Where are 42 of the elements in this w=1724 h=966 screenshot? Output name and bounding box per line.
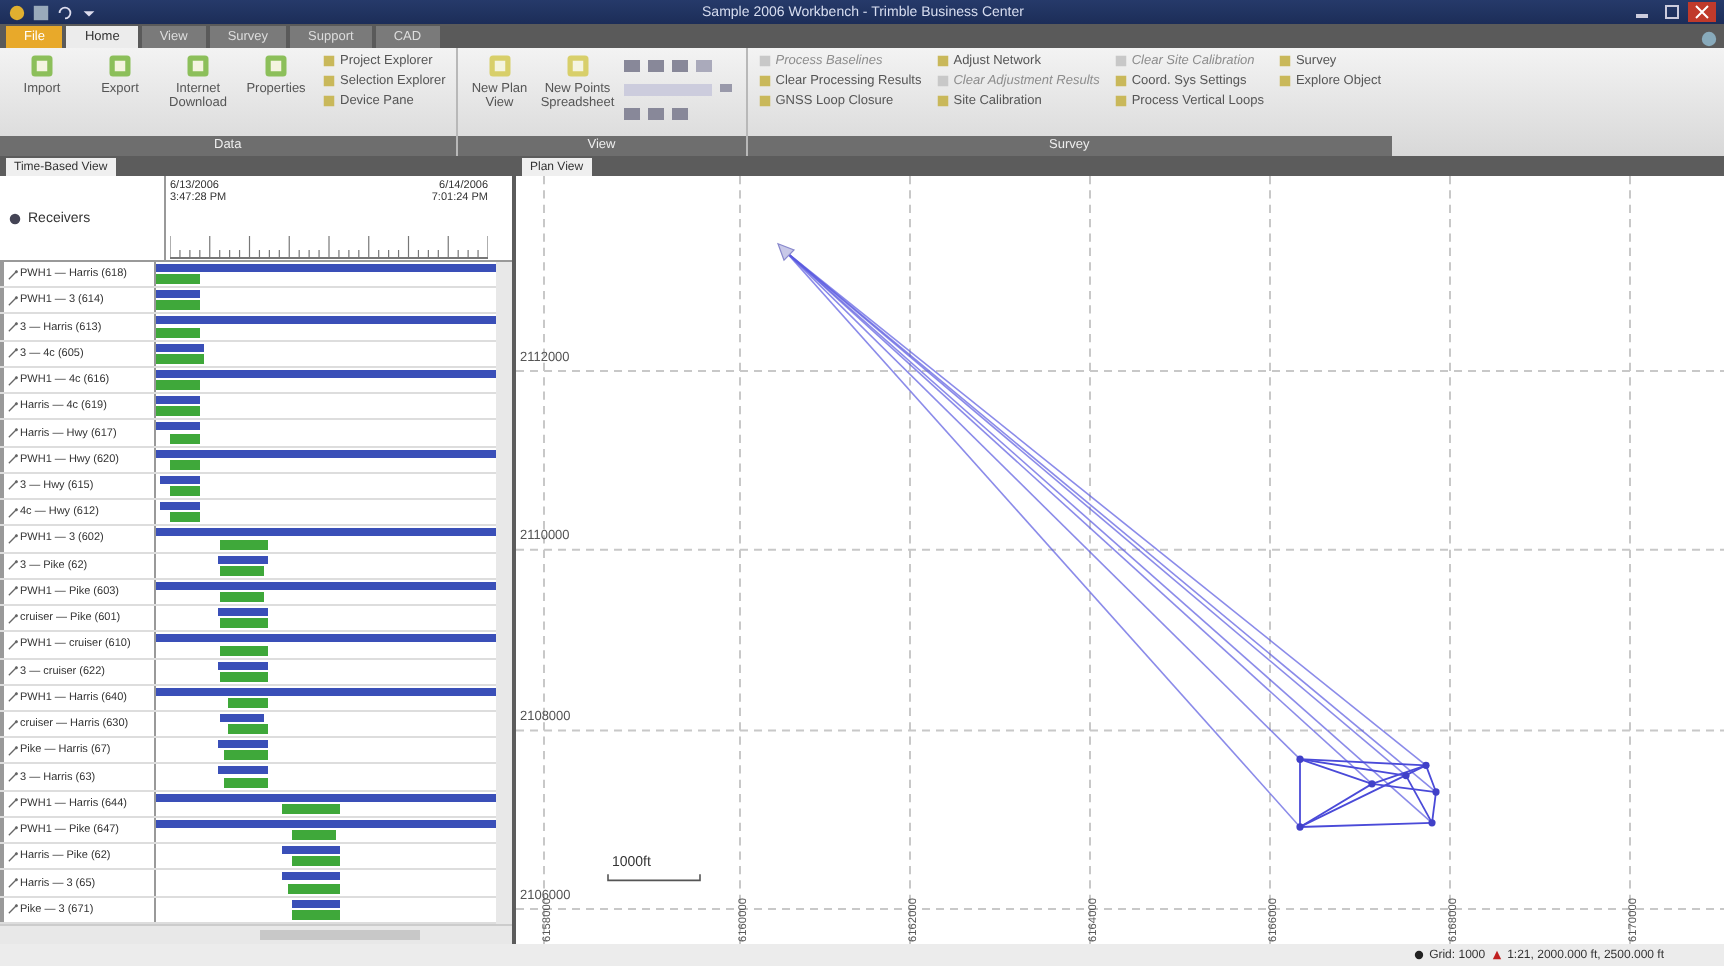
document-icon <box>106 52 134 80</box>
triangle-icon <box>1491 950 1502 960</box>
undo-icon[interactable] <box>56 3 74 21</box>
baseline-icon <box>8 533 18 544</box>
document-icon <box>262 52 290 80</box>
close-icon[interactable] <box>1688 2 1716 22</box>
baseline-icon <box>8 295 18 306</box>
baseline-icon <box>8 851 18 862</box>
save-icon[interactable] <box>32 3 50 21</box>
baseline-icon <box>8 322 18 333</box>
horizontal-scrollbar[interactable] <box>0 924 512 944</box>
baseline-icon <box>8 798 18 809</box>
baseline-icon <box>8 428 18 439</box>
document-icon <box>28 52 56 80</box>
baseline-icon <box>8 560 18 571</box>
baseline-icon <box>8 401 18 412</box>
baseline-icon <box>8 375 18 386</box>
document-icon <box>485 52 514 80</box>
baseline-icon <box>8 507 18 518</box>
baseline-icon <box>8 825 18 836</box>
document-icon <box>563 52 592 80</box>
baseline-icon <box>8 639 18 650</box>
baseline-icon <box>8 692 18 703</box>
baseline-icon <box>8 666 18 677</box>
baseline-icon <box>8 878 18 888</box>
baseline-icon <box>8 586 18 597</box>
baseline-icon <box>8 745 18 756</box>
baseline-icon <box>8 480 18 491</box>
baseline-icon <box>8 719 18 730</box>
baseline-icon <box>8 454 18 465</box>
baseline-icon <box>8 613 18 624</box>
baseline-icon <box>8 269 18 280</box>
app-logo-icon[interactable] <box>8 3 26 21</box>
expand-icon[interactable] <box>8 211 22 225</box>
scale-bar <box>607 873 701 882</box>
grid-icon <box>1413 950 1424 960</box>
baseline-icon <box>8 772 18 783</box>
help-icon[interactable] <box>1700 30 1718 48</box>
baseline-icon <box>8 348 18 359</box>
scale-label: 1000ft <box>612 853 651 870</box>
baseline-icon <box>8 904 18 915</box>
document-icon <box>184 52 212 80</box>
